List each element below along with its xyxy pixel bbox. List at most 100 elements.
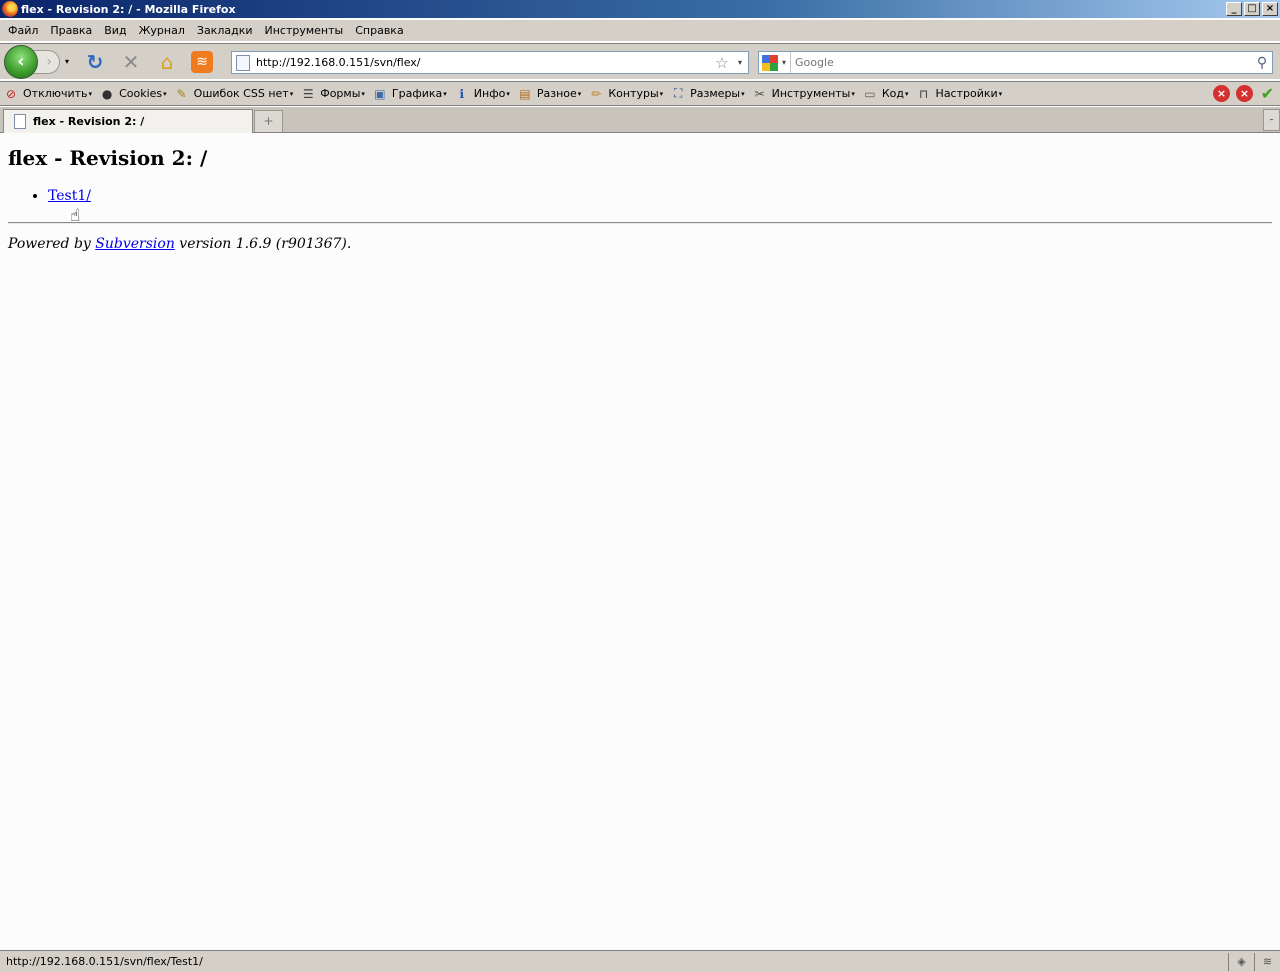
- address-bar: ☆ ▾: [231, 51, 749, 74]
- menu-history[interactable]: Журнал: [133, 24, 191, 37]
- rss-icon: ≋: [196, 53, 208, 70]
- new-tab-button[interactable]: +: [254, 110, 283, 132]
- menu-bookmarks[interactable]: Закладки: [191, 24, 259, 37]
- url-input[interactable]: [256, 56, 712, 69]
- footer-prefix: Powered by: [8, 236, 96, 252]
- stop-button[interactable]: ✕: [117, 48, 145, 76]
- search-engine-dropdown-icon[interactable]: ▾: [778, 58, 790, 67]
- back-button[interactable]: ‹: [4, 44, 38, 79]
- footer: Powered by Subversion version 1.6.9 (r90…: [8, 236, 351, 252]
- dev-misc-label: Разное: [536, 87, 577, 100]
- list-item: Test1/: [48, 188, 91, 204]
- firefox-icon: [2, 1, 18, 17]
- maximize-button[interactable]: □: [1244, 2, 1260, 16]
- dev-status-group: × × ✔: [1213, 85, 1276, 102]
- dev-outline[interactable]: ✏ Контуры ▾: [588, 86, 663, 102]
- form-icon: ☰: [302, 86, 314, 101]
- pencil-icon: ✎: [176, 86, 187, 101]
- title-bar: flex - Revision 2: / - Mozilla Firefox _…: [0, 0, 1280, 18]
- page-content: flex - Revision 2: / Test1/ Powered by S…: [0, 134, 1280, 948]
- dev-outline-label: Контуры: [608, 87, 659, 100]
- list-all-tabs-icon: –: [1269, 115, 1274, 124]
- chevron-down-icon: ▾: [741, 89, 745, 98]
- dev-disable-label: Отключить: [23, 87, 88, 100]
- dev-images[interactable]: ▣ Графика ▾: [372, 86, 447, 102]
- dev-resize-label: Размеры: [690, 87, 741, 100]
- status-text: http://192.168.0.151/svn/flex/Test1/: [6, 955, 203, 968]
- menu-bar: Файл Правка Вид Журнал Закладки Инструме…: [0, 20, 1280, 42]
- addon-status-icon[interactable]: ◈: [1228, 952, 1254, 971]
- chevron-down-icon: ▾: [443, 89, 447, 98]
- chevron-down-icon: ▾: [577, 89, 582, 98]
- bookmark-star-icon[interactable]: ☆: [712, 54, 732, 72]
- search-icon[interactable]: ⚲: [1252, 55, 1272, 71]
- tab-list-button[interactable]: –: [1263, 109, 1280, 131]
- minimize-button[interactable]: _: [1226, 2, 1242, 16]
- window-title: flex - Revision 2: / - Mozilla Firefox: [21, 2, 236, 16]
- chevron-down-icon: ▾: [506, 89, 510, 98]
- menu-view[interactable]: Вид: [98, 24, 132, 37]
- ok-check-icon[interactable]: ✔: [1259, 85, 1276, 102]
- error-icon[interactable]: ×: [1213, 85, 1230, 102]
- history-dropdown-icon[interactable]: ▾: [61, 57, 73, 66]
- resize-icon: ⛶: [673, 86, 683, 100]
- url-dropdown-icon[interactable]: ▾: [732, 58, 748, 67]
- feed-status-icon[interactable]: ≋: [1254, 952, 1280, 971]
- chevron-down-icon: ▾: [851, 89, 855, 98]
- tab-strip: flex - Revision 2: / + –: [0, 107, 1280, 133]
- dev-source-label: Код: [881, 87, 905, 100]
- google-icon[interactable]: [762, 54, 778, 71]
- home-button[interactable]: ⌂: [153, 48, 181, 76]
- tab-active[interactable]: flex - Revision 2: /: [3, 109, 253, 133]
- menu-help[interactable]: Справка: [349, 24, 409, 37]
- dev-info[interactable]: ℹ Инфо ▾: [454, 86, 510, 102]
- menu-edit[interactable]: Правка: [44, 24, 98, 37]
- dev-info-label: Инфо: [473, 87, 506, 100]
- reload-button[interactable]: ↻: [81, 48, 109, 76]
- chevron-down-icon: ▾: [163, 89, 167, 98]
- dev-forms[interactable]: ☰ Формы ▾: [300, 86, 365, 102]
- close-button[interactable]: ×: [1262, 2, 1278, 16]
- subversion-link[interactable]: Subversion: [95, 236, 175, 252]
- divider: [8, 222, 1272, 224]
- disable-icon: ⊘: [5, 86, 17, 101]
- user-icon: ●: [101, 86, 113, 101]
- dev-settings[interactable]: ⊓ Настройки ▾: [916, 86, 1002, 102]
- image-icon: ▣: [374, 86, 386, 101]
- misc-icon: ▤: [519, 86, 531, 101]
- back-arrow-icon: ‹: [17, 51, 25, 72]
- chevron-down-icon: ▾: [289, 89, 294, 98]
- dev-cookies-label: Cookies: [119, 87, 163, 100]
- dev-images-label: Графика: [391, 87, 443, 100]
- hand-cursor-icon: ☝: [70, 206, 81, 226]
- menu-file[interactable]: Файл: [2, 24, 44, 37]
- page-icon: [236, 54, 250, 71]
- dev-tools-label: Инструменты: [771, 87, 851, 100]
- rss-feed-button[interactable]: ≋: [191, 50, 213, 73]
- entry-link-test1[interactable]: Test1/: [48, 188, 91, 204]
- chevron-down-icon: ▾: [361, 89, 365, 98]
- menu-tools[interactable]: Инструменты: [259, 24, 350, 37]
- dev-disable[interactable]: ⊘ Отключить ▾: [3, 86, 92, 102]
- stop-icon: ✕: [122, 49, 140, 74]
- dev-resize[interactable]: ⛶ Размеры ▾: [670, 86, 745, 102]
- forward-arrow-icon: ›: [46, 53, 52, 70]
- dev-css-errors[interactable]: ✎ Ошибок CSS нет ▾: [174, 86, 294, 102]
- chevron-down-icon: ▾: [905, 89, 909, 98]
- dev-tools[interactable]: ✂ Инструменты ▾: [752, 86, 855, 102]
- search-bar: ▾ ⚲: [758, 51, 1273, 74]
- dev-source[interactable]: ▭ Код ▾: [862, 86, 909, 102]
- entry-list: Test1/: [8, 188, 91, 204]
- search-input[interactable]: [795, 56, 1252, 69]
- info-icon: ℹ: [459, 86, 465, 101]
- dev-cookies[interactable]: ● Cookies ▾: [99, 86, 167, 102]
- home-icon: ⌂: [160, 49, 174, 74]
- source-icon: ▭: [864, 86, 876, 101]
- dev-misc[interactable]: ▤ Разное ▾: [517, 86, 581, 102]
- dev-css-errors-label: Ошибок CSS нет: [193, 87, 289, 100]
- warning-icon[interactable]: ×: [1236, 85, 1253, 102]
- page-icon: [14, 114, 26, 129]
- tab-title: flex - Revision 2: /: [33, 115, 145, 128]
- tools-icon: ✂: [754, 86, 765, 101]
- chevron-down-icon: ▾: [659, 89, 664, 98]
